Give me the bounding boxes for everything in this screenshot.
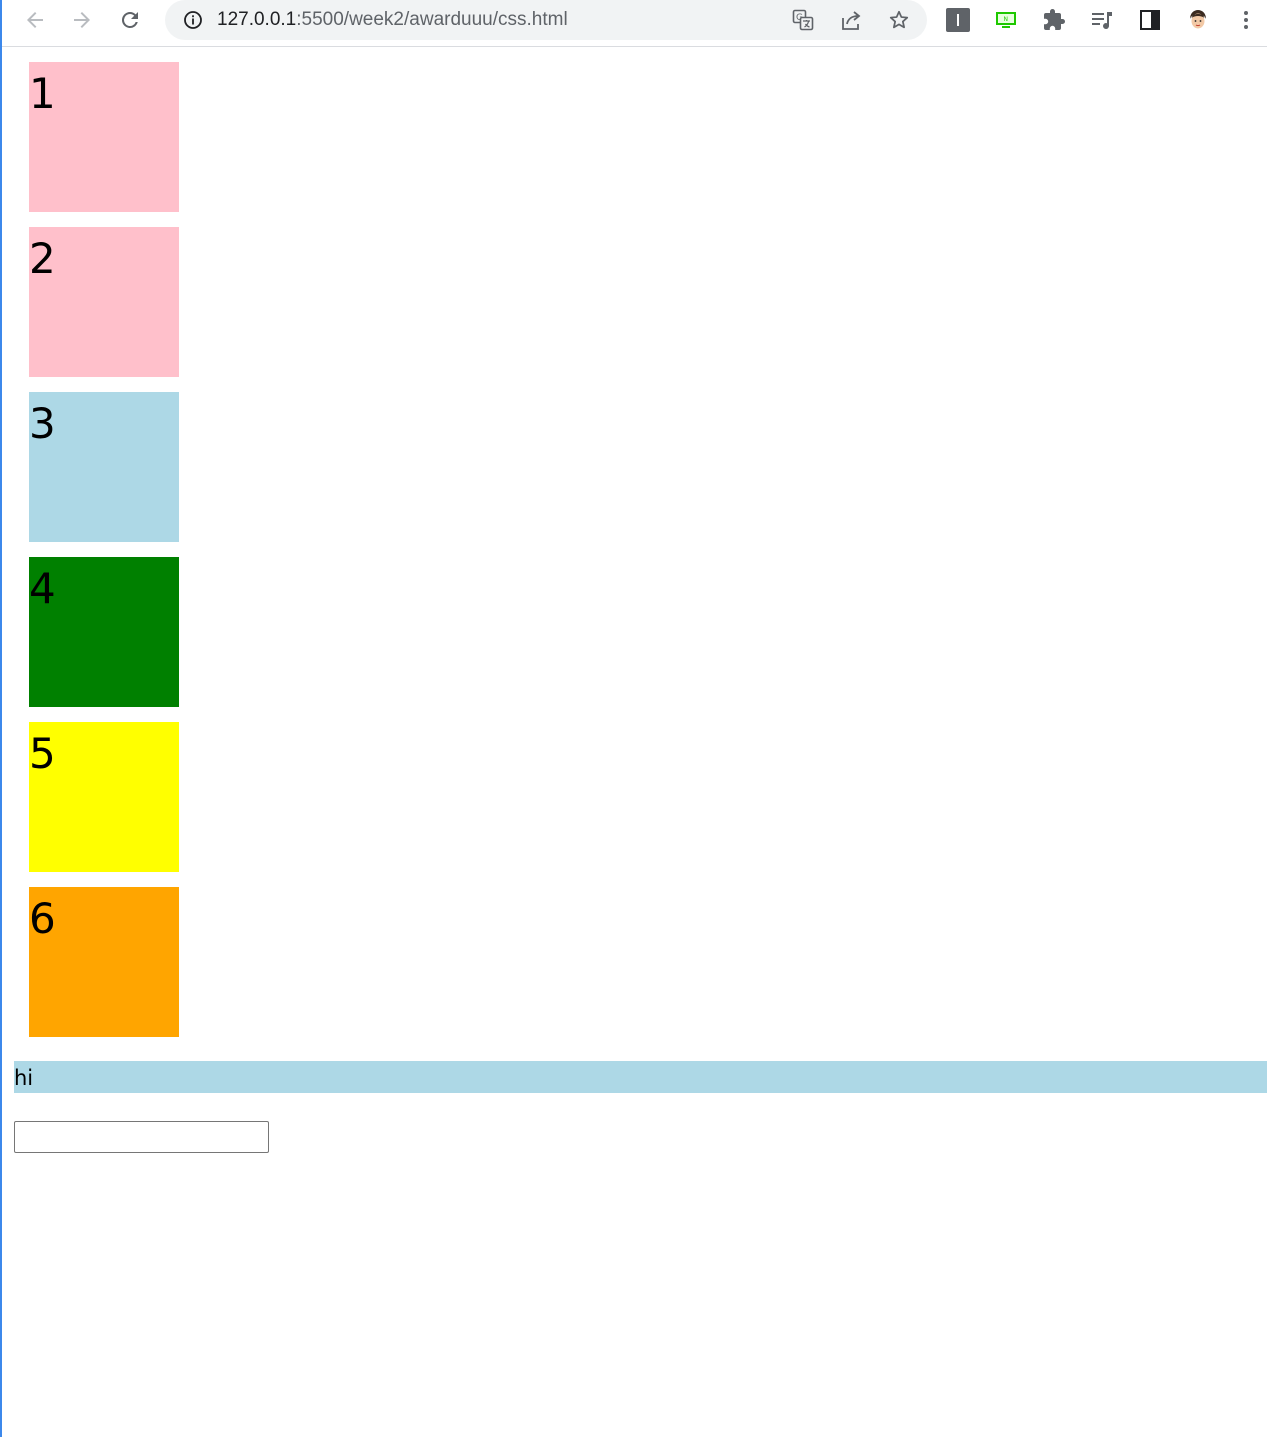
- translate-button[interactable]: G: [789, 6, 817, 34]
- side-panel-icon: [1140, 10, 1160, 30]
- color-box-6: 6: [29, 887, 179, 1037]
- share-icon: [842, 11, 861, 30]
- browser-toolbar: 127.0.0.1:5500/week2/awarduuu/css.html G…: [2, 0, 1267, 47]
- extension-green-icon: N: [996, 12, 1016, 28]
- color-box-2: 2: [29, 227, 179, 377]
- media-queue-icon: [1092, 12, 1112, 30]
- translate-icon: G: [792, 9, 814, 31]
- media-queue-button[interactable]: [1086, 4, 1118, 36]
- kebab-menu-icon: [1244, 11, 1248, 29]
- color-box-1: 1: [29, 62, 179, 212]
- color-box-4: 4: [29, 557, 179, 707]
- reload-button[interactable]: [114, 4, 146, 36]
- box-label: 5: [29, 729, 56, 778]
- color-box-5: 5: [29, 722, 179, 872]
- box-label: 6: [29, 894, 56, 943]
- profile-button[interactable]: [1182, 4, 1214, 36]
- hi-text-block: hi: [14, 1061, 1267, 1093]
- extension-green-button[interactable]: N: [990, 4, 1022, 36]
- back-button[interactable]: [19, 4, 51, 36]
- color-box-3: 3: [29, 392, 179, 542]
- url-host: 127.0.0.1: [217, 9, 297, 30]
- browser-menu-button[interactable]: [1230, 4, 1262, 36]
- puzzle-icon: [1044, 9, 1065, 30]
- svg-text:N: N: [1004, 16, 1009, 23]
- extensions-button[interactable]: [1038, 4, 1070, 36]
- arrow-right-icon: [74, 12, 90, 28]
- box-label: 2: [29, 234, 56, 283]
- url-path: :5500/week2/awarduuu/css.html: [296, 9, 568, 30]
- side-panel-button[interactable]: [1134, 4, 1166, 36]
- extension-i-icon: [946, 8, 970, 32]
- url-text[interactable]: 127.0.0.1:5500/week2/awarduuu/css.html: [217, 9, 568, 31]
- forward-button[interactable]: [66, 4, 98, 36]
- arrow-left-icon: [27, 12, 43, 28]
- share-button[interactable]: [837, 6, 865, 34]
- box-label: 4: [29, 564, 56, 613]
- text-input[interactable]: [14, 1121, 269, 1153]
- site-info-button[interactable]: [179, 6, 207, 34]
- info-icon: [184, 11, 202, 29]
- bookmark-button[interactable]: [885, 6, 913, 34]
- box-label: 3: [29, 399, 56, 448]
- box-label: 1: [29, 69, 56, 118]
- window-edge: [0, 0, 2, 1437]
- star-icon: [889, 10, 909, 29]
- address-bar[interactable]: 127.0.0.1:5500/week2/awarduuu/css.html G: [165, 0, 927, 40]
- reload-icon: [122, 12, 138, 28]
- extension-i-button[interactable]: [942, 4, 974, 36]
- avatar-icon: [1186, 8, 1210, 32]
